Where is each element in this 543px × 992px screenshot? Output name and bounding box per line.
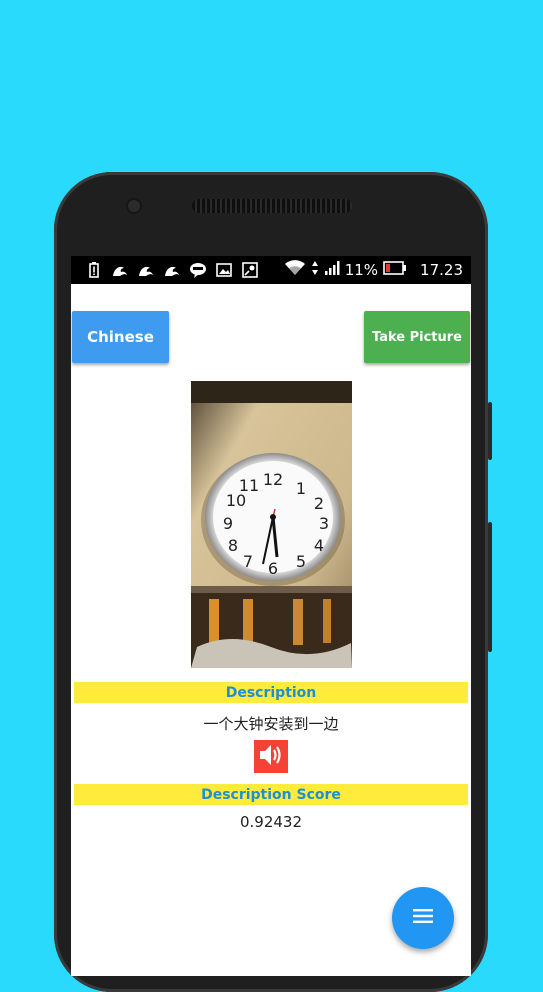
volume-icon [258, 743, 284, 771]
power-button [488, 522, 492, 652]
take-picture-button[interactable]: Take Picture [364, 311, 470, 363]
speak-button[interactable] [254, 740, 288, 773]
wifi-icon [284, 260, 306, 280]
line-app-icon [189, 261, 207, 279]
system-status: 11% 17.23 [284, 260, 463, 280]
svg-text:9: 9 [223, 514, 233, 533]
uc-browser-icon [163, 261, 181, 279]
uc-browser-icon [137, 261, 155, 279]
svg-text:8: 8 [228, 536, 238, 555]
battery-alert-icon [85, 261, 103, 279]
svg-text:7: 7 [243, 552, 253, 571]
front-camera [128, 200, 140, 212]
battery-percent: 11% [344, 261, 379, 279]
description-heading: Description [74, 682, 468, 703]
signal-icon [324, 260, 340, 280]
description-score-heading: Description Score [74, 784, 468, 805]
captured-photo: 12 1 2 3 4 5 6 7 8 9 10 11 [191, 381, 352, 668]
status-bar: 11% 17.23 [71, 256, 471, 284]
notification-icons [85, 261, 259, 279]
app-screen: 11% 17.23 Chinese Take Picture 12 1 2 3 … [71, 256, 471, 976]
svg-text:5: 5 [296, 552, 306, 571]
volume-button [488, 402, 492, 460]
earpiece-speaker [192, 199, 352, 213]
uc-browser-icon [111, 261, 129, 279]
data-arrows-icon [311, 260, 319, 280]
menu-fab[interactable] [392, 887, 454, 949]
gallery-icon [215, 261, 233, 279]
description-text: 一个大钟安装到一边 [203, 715, 339, 733]
maps-icon [241, 261, 259, 279]
description-score-value: 0.92432 [239, 813, 303, 831]
svg-text:3: 3 [319, 514, 329, 533]
svg-text:2: 2 [314, 494, 324, 513]
language-button[interactable]: Chinese [72, 311, 169, 363]
menu-icon [412, 908, 434, 928]
svg-text:12: 12 [263, 470, 283, 489]
clock: 17.23 [420, 261, 463, 279]
battery-low-icon [383, 261, 407, 279]
svg-text:6: 6 [268, 559, 278, 578]
svg-text:11: 11 [239, 476, 259, 495]
svg-text:1: 1 [296, 479, 306, 498]
svg-text:4: 4 [314, 536, 324, 555]
